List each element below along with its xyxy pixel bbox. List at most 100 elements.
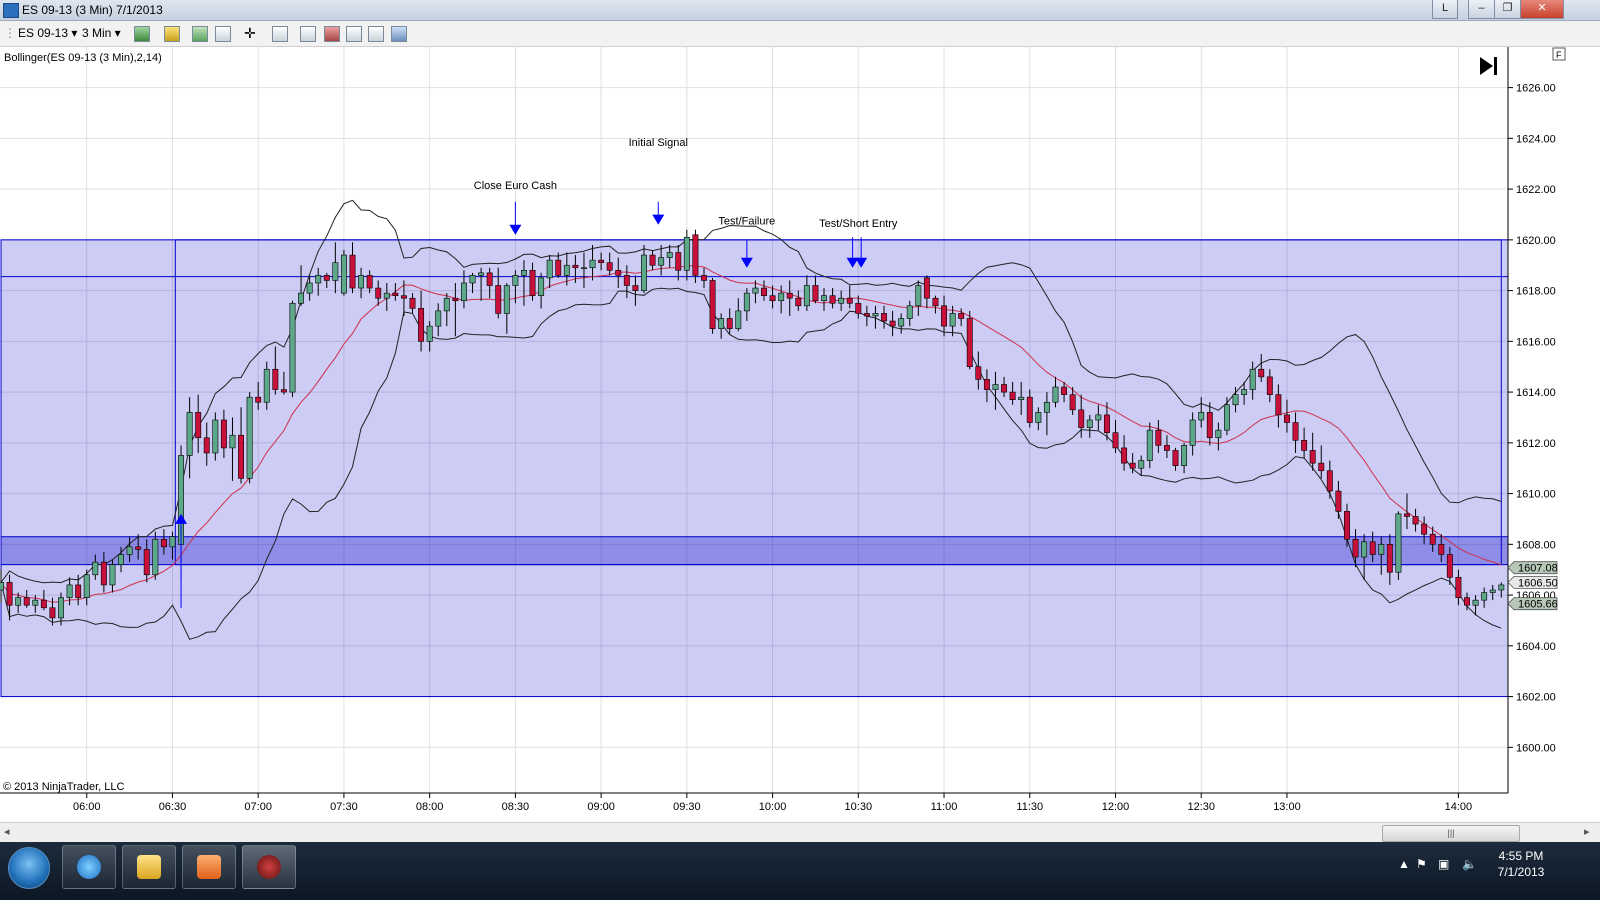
add-indicator-icon[interactable] xyxy=(192,26,208,42)
candle-up xyxy=(0,582,4,591)
candle-up xyxy=(1481,592,1488,601)
window-title: ES 09-13 (3 Min) 7/1/2013 xyxy=(22,3,163,17)
x-tick-label: 10:00 xyxy=(759,801,787,813)
layout-icon[interactable] xyxy=(391,26,407,42)
candle-up xyxy=(1472,599,1479,606)
windows-taskbar: ▲ ⚑ ▣ 🔈 4:55 PM 7/1/2013 xyxy=(0,842,1600,900)
network-icon[interactable]: ▣ xyxy=(1438,857,1449,871)
candle-down xyxy=(272,368,279,390)
candle-up xyxy=(66,584,73,598)
instrument-label: ES 09-13 xyxy=(18,26,69,40)
explorer-app[interactable] xyxy=(122,845,176,889)
candle-down xyxy=(220,419,227,449)
scroll-right-icon[interactable]: ▸ xyxy=(1584,825,1590,838)
candle-down xyxy=(881,313,887,322)
ninjatrader-app[interactable] xyxy=(242,845,296,889)
candle-up xyxy=(478,272,485,276)
y-tick-label: 1612.00 xyxy=(1516,438,1556,450)
candle-down xyxy=(409,297,416,309)
scroll-thumb[interactable]: ||| xyxy=(1382,825,1520,842)
x-tick-label: 08:00 xyxy=(416,801,444,813)
candle-up xyxy=(383,292,390,299)
candle-down xyxy=(238,434,245,479)
instrument-selector[interactable]: ES 09-13 ▾ xyxy=(18,25,77,42)
interval-selector[interactable]: 3 Min ▾ xyxy=(82,25,121,42)
candle-up xyxy=(838,297,845,304)
candle-down xyxy=(983,379,990,390)
clock-date: 7/1/2013 xyxy=(1497,865,1545,879)
candle-down xyxy=(400,295,407,299)
side-panel-label: F xyxy=(1556,50,1562,60)
price-chart[interactable]: Close Euro Cash Initial Signal Test/Failur… xyxy=(0,47,1600,822)
candle-down xyxy=(1103,414,1110,433)
candle-up xyxy=(1361,541,1368,558)
candle-down xyxy=(1438,544,1445,555)
candle-down xyxy=(1455,577,1462,598)
close-button[interactable]: ✕ xyxy=(1520,0,1564,19)
start-orb[interactable] xyxy=(8,847,50,889)
candle-up xyxy=(821,295,827,302)
bar-type-icon[interactable] xyxy=(134,26,150,42)
candle-up xyxy=(546,259,553,279)
candle-up xyxy=(263,368,270,403)
candle-down xyxy=(958,313,965,319)
x-tick-label: 09:00 xyxy=(587,801,615,813)
candle-up xyxy=(435,310,442,327)
media-app[interactable] xyxy=(182,845,236,889)
time-axis: 06:00 06:30 07:00 07:30 08:00 08:30 09:00 09:30… xyxy=(73,793,1472,813)
indicator-label: Bollinger(ES 09-13 (3 Min),2,14) xyxy=(4,52,162,64)
ie-app[interactable] xyxy=(62,845,116,889)
candle-up xyxy=(152,538,159,576)
properties-icon[interactable] xyxy=(368,26,384,42)
candle-down xyxy=(49,607,56,619)
y-tick-label: 1604.00 xyxy=(1516,641,1556,653)
candle-up xyxy=(1035,412,1042,423)
x-tick-label: 07:00 xyxy=(244,801,272,813)
restore-button[interactable]: ❐ xyxy=(1494,0,1521,19)
show-hidden-icons-icon[interactable]: ▲ xyxy=(1398,857,1410,871)
price-marker-label: 1607.08 xyxy=(1518,563,1558,575)
candle-up xyxy=(469,275,476,284)
candle-up xyxy=(589,259,596,269)
candle-down xyxy=(1009,391,1016,401)
candle-down xyxy=(889,320,896,327)
scroll-left-icon[interactable]: ◂ xyxy=(4,825,10,838)
candle-down xyxy=(280,389,287,393)
candle-down xyxy=(675,252,682,271)
zoom-icon[interactable] xyxy=(272,26,288,42)
candle-up xyxy=(246,396,253,479)
candle-down xyxy=(701,275,707,281)
candle-down xyxy=(75,584,82,598)
candle-up xyxy=(118,554,124,565)
candle-up xyxy=(992,384,999,390)
flag-icon[interactable]: ⚑ xyxy=(1416,857,1427,871)
candle-up xyxy=(358,275,365,289)
candle-down xyxy=(323,275,330,281)
candle-up xyxy=(1378,544,1385,555)
candle-up xyxy=(641,254,647,291)
strategies-icon[interactable] xyxy=(324,26,340,42)
candle-down xyxy=(786,292,793,299)
candle-down xyxy=(692,234,699,276)
candle-down xyxy=(1121,447,1128,464)
chart-style-icon[interactable] xyxy=(346,26,362,42)
data-series-icon[interactable] xyxy=(300,26,316,42)
candle-down xyxy=(143,549,150,576)
minimize-button[interactable]: ‒ xyxy=(1468,0,1495,19)
x-tick-label: 07:30 xyxy=(330,801,358,813)
layout-button[interactable]: L xyxy=(1432,0,1458,19)
x-tick-label: 06:30 xyxy=(159,801,187,813)
x-tick-label: 12:00 xyxy=(1102,801,1130,813)
candle-up xyxy=(306,282,313,294)
volume-icon[interactable]: 🔈 xyxy=(1462,857,1477,871)
candle-up xyxy=(1146,429,1153,461)
crosshair-icon[interactable]: ✛ xyxy=(244,26,258,40)
candle-up xyxy=(949,313,956,327)
candle-up xyxy=(872,313,879,317)
horizontal-scrollbar[interactable]: ◂ ||| ▸ xyxy=(0,822,1600,843)
clock[interactable]: 4:55 PM 7/1/2013 xyxy=(1486,848,1556,880)
drawing-pencil-icon[interactable] xyxy=(164,26,180,42)
candle-up xyxy=(186,412,193,456)
system-tray: ▲ ⚑ ▣ 🔈 4:55 PM 7/1/2013 xyxy=(1390,842,1600,900)
chart-wizard-icon[interactable] xyxy=(215,26,231,42)
